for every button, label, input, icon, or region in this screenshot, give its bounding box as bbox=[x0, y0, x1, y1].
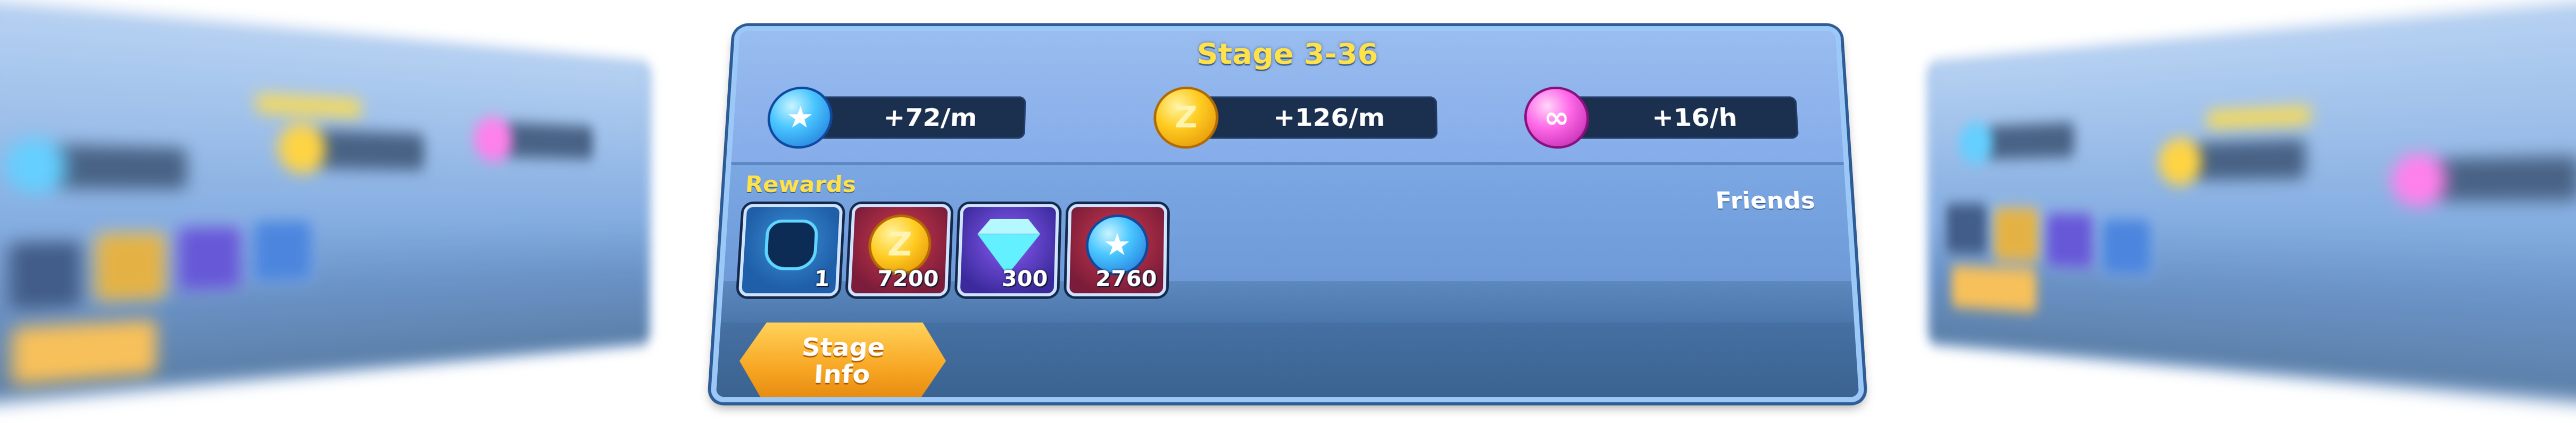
blurred-reward-slot bbox=[1945, 202, 1989, 257]
blurred-dna-icon bbox=[2391, 153, 2447, 207]
blurred-rate-chip bbox=[2187, 139, 2305, 180]
reward-quantity: 300 bbox=[1001, 266, 1048, 291]
adjacent-stage-card-right[interactable] bbox=[1927, 1, 2576, 407]
stage-card-frame: Stage 3-36 ★ +72/m Z +126/m ∞ +16/h Rewa… bbox=[710, 26, 1865, 402]
blurred-title bbox=[2207, 105, 2311, 129]
reward-quantity: 1 bbox=[813, 266, 830, 291]
blurred-title bbox=[256, 94, 361, 118]
blurred-stage-info-button bbox=[1952, 266, 2037, 312]
gold-z-coin-icon: Z bbox=[1156, 89, 1216, 146]
reward-slot-coins[interactable]: Z 7200 bbox=[847, 204, 951, 296]
blurred-reward-slot bbox=[5, 238, 86, 314]
blurred-rate-chip bbox=[2428, 156, 2576, 201]
blurred-reward-slot bbox=[2100, 217, 2153, 278]
rewards-list: 1 Z 7200 300 ★ 2760 bbox=[738, 204, 1168, 296]
rate-gold-coins: Z +126/m bbox=[1156, 94, 1438, 142]
reward-quantity: 2760 bbox=[1095, 266, 1157, 291]
z-coin-icon: Z bbox=[870, 217, 930, 273]
blurred-reward-slot bbox=[251, 218, 314, 285]
stage-info-button[interactable]: Stage Info bbox=[737, 322, 948, 400]
reward-slot-armor[interactable]: 1 bbox=[738, 204, 843, 296]
blurred-rate-chip bbox=[1982, 122, 2074, 160]
rate-dna: ∞ +16/h bbox=[1526, 94, 1799, 142]
blurred-rate-chip bbox=[310, 130, 424, 170]
adjacent-stage-card-left[interactable] bbox=[0, 1, 651, 407]
rate-star-orbs: ★ +72/m bbox=[769, 94, 1026, 142]
stage-card: Stage 3-36 ★ +72/m Z +126/m ∞ +16/h Rewa… bbox=[710, 26, 1865, 402]
blurred-rate-chip bbox=[500, 122, 593, 160]
stage-info-button-line1: Stage bbox=[801, 334, 885, 361]
rate-value: +16/h bbox=[1560, 96, 1799, 138]
blurred-stage-info-button bbox=[12, 320, 156, 385]
stage-info-button-line2: Info bbox=[813, 361, 870, 388]
blurred-reward-slot bbox=[175, 223, 244, 294]
stage-title: Stage 3-36 bbox=[737, 38, 1838, 71]
rewards-label: Rewards bbox=[744, 172, 857, 197]
blurred-reward-slot bbox=[93, 230, 168, 304]
reward-quantity: 7200 bbox=[877, 266, 939, 291]
blurred-reward-slot bbox=[2045, 211, 2095, 270]
rate-value: +126/m bbox=[1190, 96, 1438, 138]
blue-star-orb-icon: ★ bbox=[1088, 217, 1146, 273]
reward-slot-star-orbs[interactable]: ★ 2760 bbox=[1066, 204, 1167, 296]
friends-label: Friends bbox=[1715, 187, 1816, 214]
rate-value: +72/m bbox=[803, 96, 1026, 138]
armor-icon bbox=[763, 220, 819, 270]
blurred-reward-slot bbox=[1993, 206, 2040, 263]
reward-slot-gems[interactable]: 300 bbox=[957, 204, 1059, 296]
